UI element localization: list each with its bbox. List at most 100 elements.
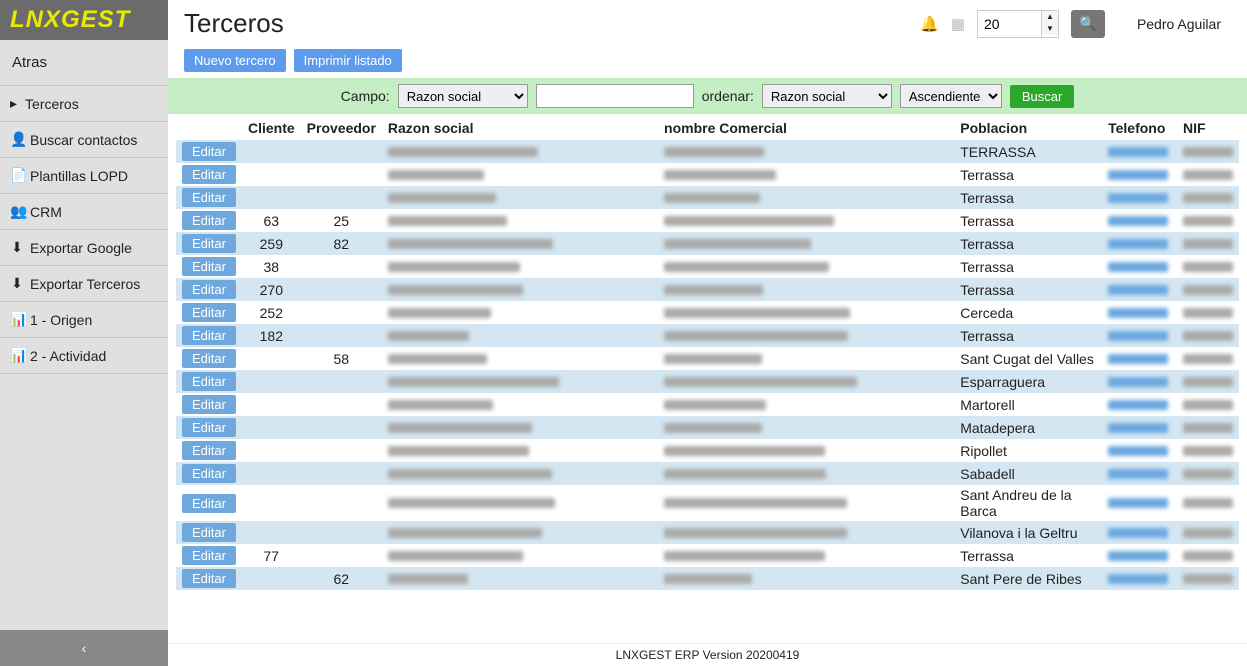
spinner-up-icon[interactable]: ▲: [1042, 11, 1058, 23]
cell-poblacion: TERRASSA: [954, 140, 1102, 163]
col-telefono: Telefono: [1102, 116, 1177, 140]
cell-cliente: 77: [242, 544, 301, 567]
search-button[interactable]: 🔍: [1071, 10, 1105, 38]
edit-button[interactable]: Editar: [182, 523, 236, 542]
table-body: EditarTERRASSAEditarTerrassaEditarTerras…: [176, 140, 1239, 590]
cell-proveedor: 58: [301, 347, 382, 370]
sidebar-item[interactable]: 📊2 - Actividad: [0, 338, 168, 374]
sidebar-item[interactable]: ⬇Exportar Google: [0, 230, 168, 266]
table-row: Editar Martorell: [176, 393, 1239, 416]
sidebar-item[interactable]: ⬇Exportar Terceros: [0, 266, 168, 302]
cell-telefono: [1102, 347, 1177, 370]
page-size-input[interactable]: [977, 10, 1042, 38]
sidebar-item[interactable]: 👥CRM: [0, 194, 168, 230]
cell-poblacion: Terrassa: [954, 324, 1102, 347]
cell-nif: [1177, 544, 1239, 567]
cell-cliente: 63: [242, 209, 301, 232]
edit-button[interactable]: Editar: [182, 395, 236, 414]
cell-cliente: [242, 521, 301, 544]
cell-cliente: [242, 567, 301, 590]
cell-cliente: [242, 393, 301, 416]
cell-nif: [1177, 278, 1239, 301]
grid-icon[interactable]: ▦: [951, 15, 965, 33]
nav-icon: ⬇: [10, 239, 24, 256]
edit-button[interactable]: Editar: [182, 211, 236, 230]
orden-select[interactable]: Razon social: [762, 84, 892, 108]
cell-nombre-comercial: [658, 521, 954, 544]
cell-razon: [382, 521, 658, 544]
user-name[interactable]: Pedro Aguilar: [1137, 16, 1221, 32]
cell-proveedor: [301, 462, 382, 485]
cell-proveedor: [301, 485, 382, 521]
edit-button[interactable]: Editar: [182, 464, 236, 483]
edit-button[interactable]: Editar: [182, 569, 236, 588]
topbar-right: 🔔 ▦ ▲ ▼ 🔍 Pedro Aguilar: [920, 10, 1231, 38]
cell-poblacion: Terrassa: [954, 544, 1102, 567]
cell-proveedor: [301, 370, 382, 393]
back-button[interactable]: Atras: [0, 40, 168, 86]
bell-icon[interactable]: 🔔: [920, 15, 939, 33]
page-size-spinner[interactable]: ▲ ▼: [1042, 10, 1059, 38]
table-row: EditarTerrassa: [176, 186, 1239, 209]
cell-telefono: [1102, 462, 1177, 485]
cell-nif: [1177, 255, 1239, 278]
cell-nombre-comercial: [658, 370, 954, 393]
edit-button[interactable]: Editar: [182, 441, 236, 460]
edit-button[interactable]: Editar: [182, 280, 236, 299]
imprimir-listado-button[interactable]: Imprimir listado: [294, 49, 402, 72]
spinner-down-icon[interactable]: ▼: [1042, 23, 1058, 35]
cell-razon: [382, 485, 658, 521]
cell-nif: [1177, 416, 1239, 439]
sidebar-item[interactable]: 📄Plantillas LOPD: [0, 158, 168, 194]
sidebar-item[interactable]: 📊1 - Origen: [0, 302, 168, 338]
cell-proveedor: [301, 301, 382, 324]
cell-nif: [1177, 567, 1239, 590]
edit-button[interactable]: Editar: [182, 142, 236, 161]
nuevo-tercero-button[interactable]: Nuevo tercero: [184, 49, 286, 72]
sidebar-item[interactable]: Terceros: [0, 86, 168, 122]
cell-poblacion: Cerceda: [954, 301, 1102, 324]
table-row: Editar38Terrassa: [176, 255, 1239, 278]
nav-icon: 👥: [10, 203, 24, 220]
edit-button[interactable]: Editar: [182, 257, 236, 276]
edit-button[interactable]: Editar: [182, 303, 236, 322]
cell-cliente: [242, 163, 301, 186]
cell-nombre-comercial: [658, 485, 954, 521]
edit-button[interactable]: Editar: [182, 546, 236, 565]
edit-button[interactable]: Editar: [182, 494, 236, 513]
cell-poblacion: Terrassa: [954, 232, 1102, 255]
cell-telefono: [1102, 544, 1177, 567]
table-row: EditarVilanova i la Geltru: [176, 521, 1239, 544]
edit-button[interactable]: Editar: [182, 165, 236, 184]
direccion-select[interactable]: Ascendiente: [900, 84, 1002, 108]
sidebar-collapse-button[interactable]: ‹: [0, 630, 168, 666]
table-wrap[interactable]: Cliente Proveedor Razon social nombre Co…: [168, 116, 1247, 666]
cell-nif: [1177, 140, 1239, 163]
campo-input[interactable]: [536, 84, 694, 108]
cell-razon: [382, 278, 658, 301]
cell-cliente: [242, 485, 301, 521]
cell-nombre-comercial: [658, 301, 954, 324]
buscar-button[interactable]: Buscar: [1010, 85, 1074, 108]
edit-button[interactable]: Editar: [182, 418, 236, 437]
cell-razon: [382, 370, 658, 393]
campo-select[interactable]: Razon social: [398, 84, 528, 108]
cell-nombre-comercial: [658, 393, 954, 416]
edit-button[interactable]: Editar: [182, 188, 236, 207]
nav-icon: 📊: [10, 311, 24, 328]
cell-nombre-comercial: [658, 209, 954, 232]
main: Terceros 🔔 ▦ ▲ ▼ 🔍 Pedro Aguilar Nuevo t: [168, 0, 1247, 666]
cell-proveedor: [301, 278, 382, 301]
cell-razon: [382, 347, 658, 370]
sidebar-item[interactable]: 👤Buscar contactos: [0, 122, 168, 158]
edit-button[interactable]: Editar: [182, 349, 236, 368]
edit-button[interactable]: Editar: [182, 234, 236, 253]
cell-poblacion: Martorell: [954, 393, 1102, 416]
table-row: Editar252Cerceda: [176, 301, 1239, 324]
edit-button[interactable]: Editar: [182, 326, 236, 345]
cell-nombre-comercial: [658, 324, 954, 347]
edit-button[interactable]: Editar: [182, 372, 236, 391]
cell-cliente: 38: [242, 255, 301, 278]
cell-cliente: [242, 347, 301, 370]
cell-cliente: [242, 140, 301, 163]
